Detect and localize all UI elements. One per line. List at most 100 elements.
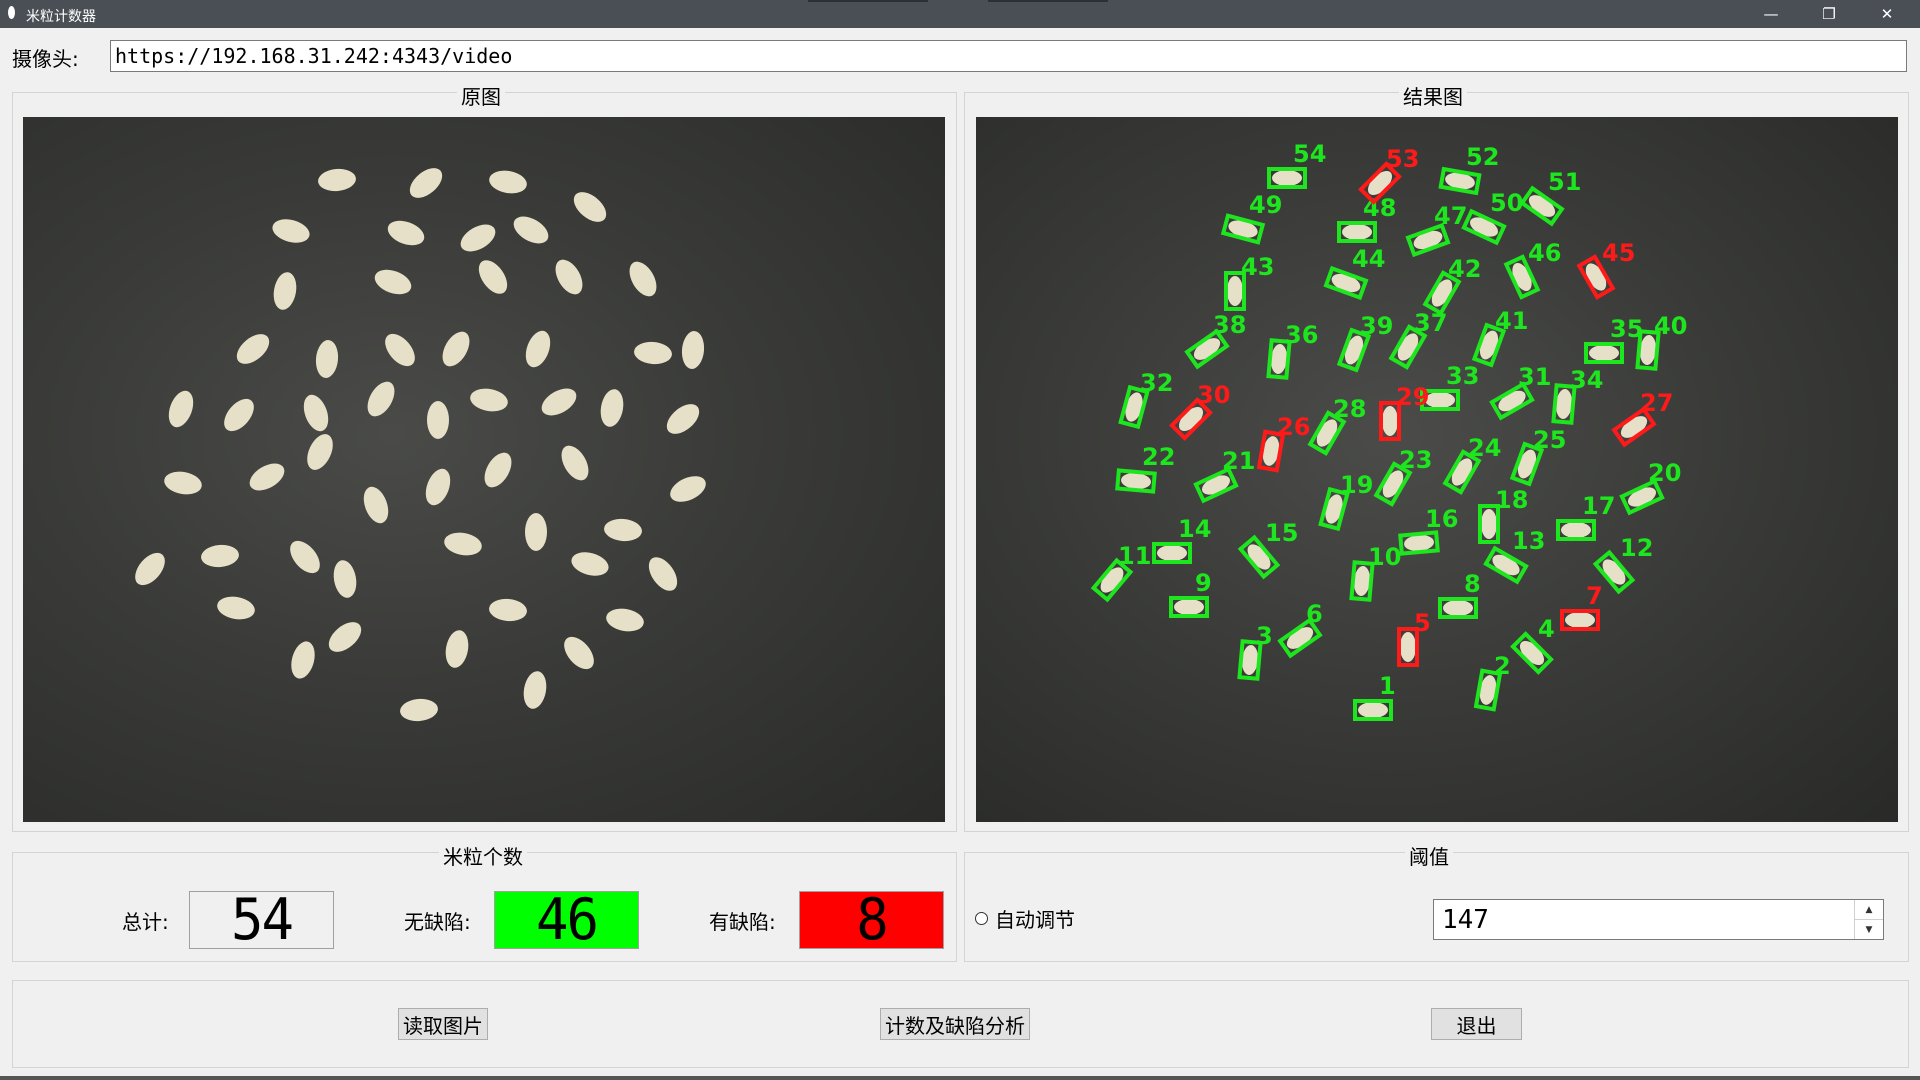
spin-up-arrow-icon[interactable]: ▲ <box>1855 900 1883 920</box>
grain-number-label: 34 <box>1570 366 1603 394</box>
grain-number-label: 42 <box>1448 255 1481 283</box>
minimize-button[interactable]: — <box>1742 0 1800 28</box>
rice-grain <box>290 540 320 574</box>
rice-grain <box>571 552 609 576</box>
grain-number-label: 29 <box>1396 383 1429 411</box>
bottom-border <box>0 1076 1920 1080</box>
title-bar: 米粒计数器 — ❐ ✕ <box>0 0 1920 28</box>
grain-number-label: 26 <box>1277 413 1310 441</box>
spin-arrows[interactable]: ▲ ▼ <box>1854 900 1883 939</box>
count-group-title: 米粒个数 <box>439 841 527 870</box>
rice-grain <box>224 398 254 432</box>
detected-grain: 3 <box>1237 622 1273 681</box>
grain-number-label: 21 <box>1222 447 1255 475</box>
detected-grain: 32 <box>1118 369 1173 430</box>
detected-grain: 26 <box>1256 413 1310 473</box>
rice-grain <box>272 219 310 243</box>
auto-adjust-label[interactable]: 自动调节 <box>995 904 1075 933</box>
window-title: 米粒计数器 <box>26 9 96 25</box>
detected-grain: 25 <box>1509 426 1566 487</box>
grain-number-label: 24 <box>1468 434 1501 462</box>
grain-number-label: 54 <box>1293 140 1326 168</box>
grain-number-label: 19 <box>1340 471 1373 499</box>
grain-number-label: 20 <box>1648 459 1681 487</box>
spin-down-arrow-icon[interactable]: ▼ <box>1855 920 1883 939</box>
grain-number-label: 44 <box>1352 245 1385 273</box>
grain-number-label: 17 <box>1582 492 1615 520</box>
detected-grain: 33 <box>1420 362 1479 411</box>
detected-grain: 49 <box>1220 191 1282 245</box>
detected-grain: 6 <box>1277 600 1323 659</box>
radio-button-icon[interactable] <box>975 912 988 925</box>
detected-grain: 12 <box>1592 534 1653 595</box>
rice-grain <box>470 388 508 412</box>
rice-grain <box>427 401 449 439</box>
rice-grain <box>541 388 577 416</box>
grain-number-label: 18 <box>1495 486 1528 514</box>
grain-number-label: 31 <box>1518 363 1551 391</box>
detected-grain: 16 <box>1398 505 1458 556</box>
rice-grain <box>1157 545 1187 561</box>
rice-grain <box>604 518 642 542</box>
detected-grain: 19 <box>1318 471 1373 532</box>
grain-number-label: 39 <box>1360 312 1393 340</box>
rice-grain <box>409 168 443 198</box>
rice-grain <box>1443 600 1473 616</box>
detected-grain: 13 <box>1483 527 1545 585</box>
detected-grain: 34 <box>1551 366 1603 425</box>
exit-button[interactable]: 退出 <box>1431 1008 1522 1040</box>
grain-number-label: 23 <box>1399 446 1432 474</box>
camera-label: 摄像头: <box>12 47 79 71</box>
auto-adjust-radio[interactable]: 自动调节 <box>975 904 1075 933</box>
threshold-input[interactable] <box>1440 904 1824 936</box>
grain-number-label: 2 <box>1494 652 1511 680</box>
detected-grain: 37 <box>1388 309 1447 370</box>
read-image-button[interactable]: 读取图片 <box>398 1008 488 1040</box>
detected-grain: 22 <box>1115 443 1175 494</box>
detected-grain: 27 <box>1611 389 1673 448</box>
detected-grain: 14 <box>1152 515 1211 564</box>
rice-grain <box>307 434 333 470</box>
detected-grain: 48 <box>1337 194 1396 243</box>
detected-grain: 36 <box>1266 321 1318 380</box>
threshold-spinbox[interactable]: ▲ ▼ <box>1433 899 1884 940</box>
grain-number-label: 12 <box>1620 534 1653 562</box>
good-count-value: 46 <box>535 886 599 953</box>
good-label: 无缺陷: <box>404 910 471 934</box>
detected-grain: 44 <box>1323 245 1385 301</box>
rice-grain <box>425 468 451 506</box>
close-button[interactable]: ✕ <box>1858 0 1916 28</box>
rice-grain <box>670 476 706 502</box>
rice-grain <box>629 261 657 297</box>
grain-number-label: 32 <box>1140 369 1173 397</box>
rice-grain <box>555 259 583 295</box>
maximize-button[interactable]: ❐ <box>1800 0 1858 28</box>
grain-number-label: 43 <box>1241 253 1274 281</box>
rice-grain <box>445 630 469 668</box>
rice-grain <box>385 333 415 367</box>
grain-number-label: 13 <box>1512 527 1545 555</box>
detected-grain: 51 <box>1519 168 1581 227</box>
detected-grain: 24 <box>1442 434 1501 495</box>
grain-number-label: 45 <box>1602 239 1635 267</box>
good-count-display: 46 <box>494 891 639 949</box>
rice-grain <box>1358 702 1388 718</box>
rice-grain <box>328 622 362 652</box>
detected-grain: 11 <box>1090 542 1151 603</box>
detected-grain: 43 <box>1224 253 1274 311</box>
detected-grain: 8 <box>1438 570 1481 619</box>
rice-grain <box>444 532 482 556</box>
rice-grain <box>168 390 194 428</box>
detected-grain: 28 <box>1307 395 1366 456</box>
grain-number-label: 40 <box>1654 312 1687 340</box>
grain-number-label: 38 <box>1213 311 1246 339</box>
app-icon <box>8 6 15 19</box>
grain-number-label: 51 <box>1548 168 1581 196</box>
rice-grain <box>489 598 527 622</box>
detected-grain: 15 <box>1237 519 1298 580</box>
camera-url-input[interactable] <box>110 40 1907 72</box>
grain-number-label: 6 <box>1306 600 1323 628</box>
detected-grain: 50 <box>1461 189 1523 246</box>
count-analyze-button[interactable]: 计数及缺陷分析 <box>880 1008 1030 1040</box>
rice-grain <box>291 641 315 679</box>
